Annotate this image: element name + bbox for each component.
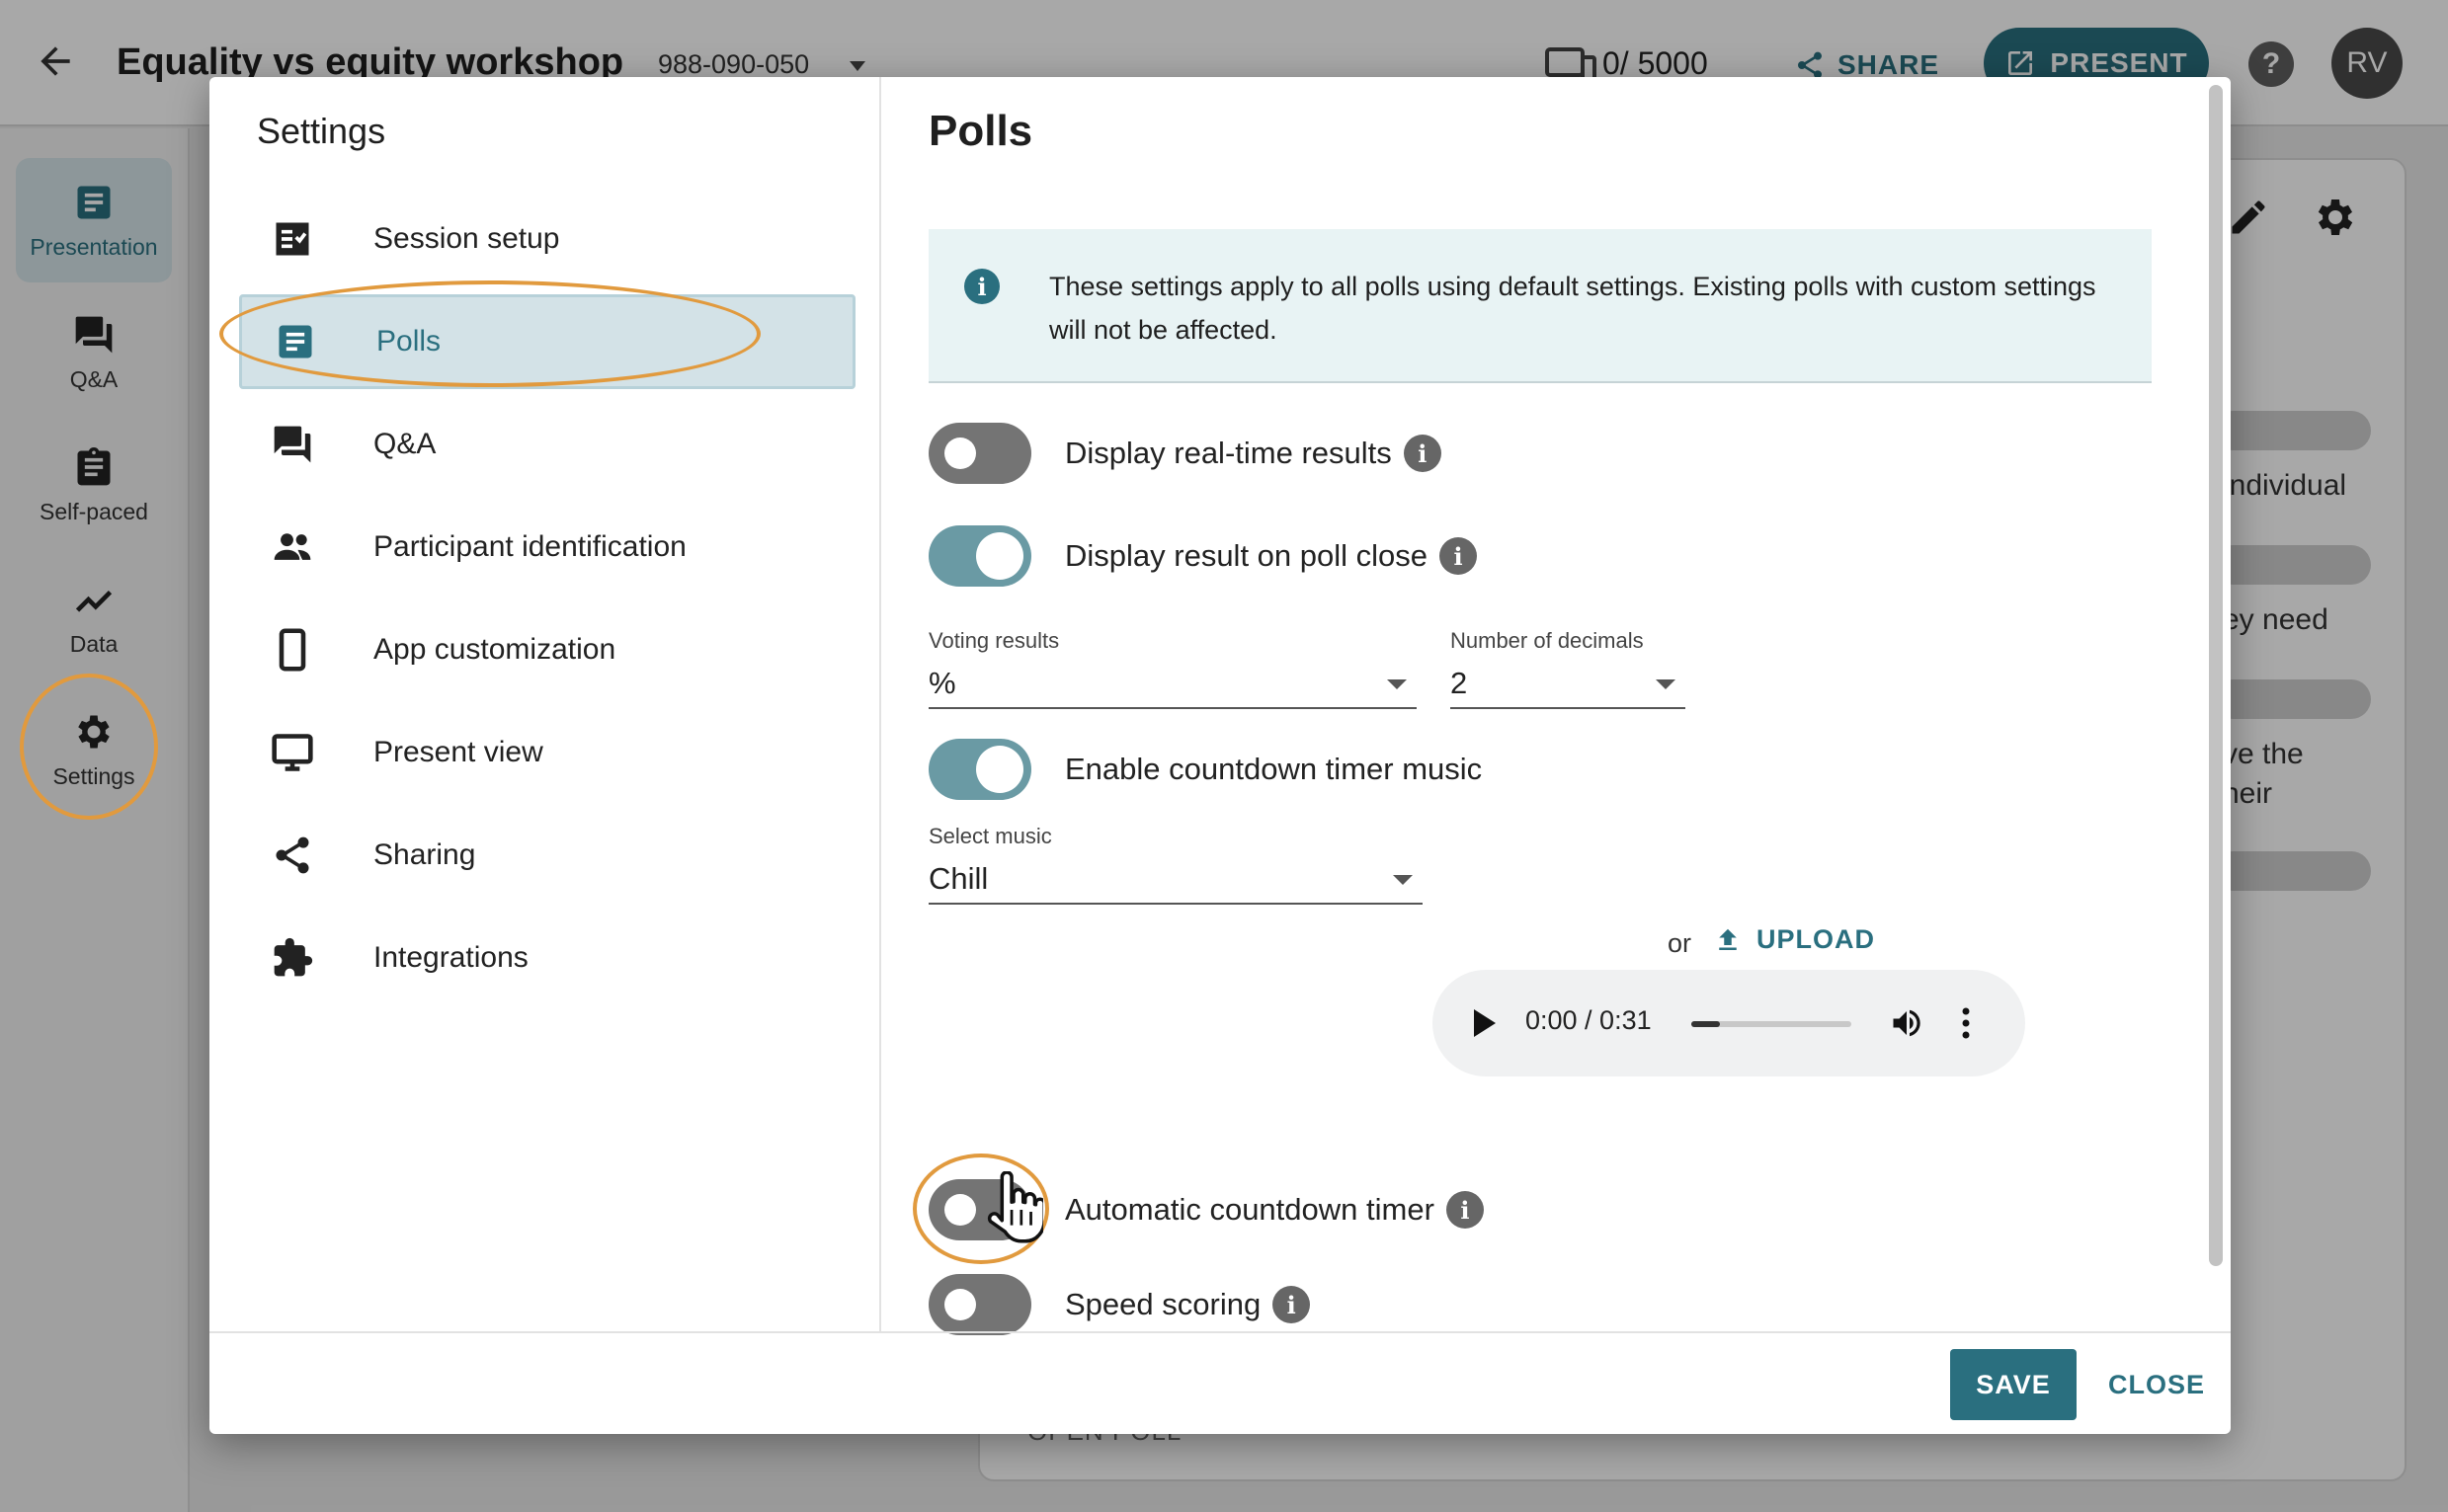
voting-results-label: Voting results [929, 628, 1060, 653]
upload-button[interactable]: UPLOAD [1713, 924, 1875, 955]
countdown-music-toggle[interactable] [929, 739, 1031, 800]
toggle-label-text: Enable countdown timer music [1065, 752, 1483, 786]
checklist-icon [276, 222, 309, 256]
more-vert-icon[interactable] [1960, 1005, 1972, 1041]
toggle-knob [944, 438, 976, 469]
qa-icon [274, 426, 311, 463]
decimals-label: Number of decimals [1450, 628, 1644, 653]
nav-item-present-view[interactable]: Present view [239, 705, 856, 800]
voting-results-select[interactable]: % [929, 660, 1417, 709]
panel-title: Polls [929, 107, 1033, 155]
audio-player: 0:00 / 0:31 [1432, 970, 2025, 1076]
polls-settings-panel: Polls i These settings apply to all poll… [883, 77, 2197, 1335]
phone-icon [279, 628, 306, 672]
info-text: These settings apply to all polls using … [1049, 272, 2096, 345]
audio-progress [1691, 1021, 1721, 1027]
nav-item-sharing[interactable]: Sharing [239, 808, 856, 903]
info-icon: i [964, 269, 1000, 304]
music-select[interactable]: Chill [929, 855, 1423, 905]
monitor-icon [272, 734, 313, 771]
decimals-select[interactable]: 2 [1450, 660, 1685, 709]
caret-down-icon [1387, 679, 1407, 689]
nav-label: Q&A [373, 428, 437, 460]
settings-dialog: Settings Session setup Polls Q&A Partici… [209, 77, 2231, 1434]
scrollbar[interactable] [2209, 85, 2223, 1266]
audio-seek-bar[interactable] [1691, 1021, 1851, 1027]
upload-label: UPLOAD [1756, 924, 1875, 954]
realtime-results-label: Display real-time results i [1065, 423, 1441, 484]
toggle-label-text: Automatic countdown timer [1065, 1192, 1434, 1227]
auto-countdown-label: Automatic countdown timer i [1065, 1179, 1484, 1240]
nav-label: App customization [373, 633, 616, 666]
realtime-results-toggle[interactable] [929, 423, 1031, 484]
close-button[interactable]: CLOSE [2102, 1349, 2211, 1420]
info-banner: i These settings apply to all polls usin… [929, 229, 2152, 383]
speed-scoring-toggle[interactable] [929, 1274, 1031, 1335]
speed-scoring-label: Speed scoring i [1065, 1274, 1311, 1335]
nav-item-integrations[interactable]: Integrations [239, 911, 856, 1005]
select-value: % [929, 666, 956, 700]
result-on-close-label: Display result on poll close i [1065, 525, 1478, 587]
dialog-title: Settings [257, 111, 386, 151]
countdown-music-label: Enable countdown timer music [1065, 739, 1482, 800]
volume-icon[interactable] [1889, 1005, 1924, 1041]
puzzle-icon [274, 937, 313, 977]
nav-item-participant-identification[interactable]: Participant identification [239, 500, 856, 595]
info-icon[interactable]: i [1445, 1191, 1484, 1229]
info-icon[interactable]: i [1403, 435, 1441, 472]
toggle-knob [976, 746, 1023, 793]
poll-icon [279, 325, 312, 358]
save-button[interactable]: SAVE [1950, 1349, 2077, 1420]
upload-icon [1719, 928, 1737, 950]
nav-item-polls[interactable]: Polls [239, 294, 856, 389]
caret-down-icon [1393, 875, 1413, 885]
toggle-knob [976, 532, 1023, 580]
caret-down-icon [1656, 679, 1675, 689]
toggle-label-text: Speed scoring [1065, 1287, 1262, 1321]
settings-nav: Settings Session setup Polls Q&A Partici… [209, 77, 881, 1331]
select-music-label: Select music [929, 824, 1052, 848]
result-on-close-toggle[interactable] [929, 525, 1031, 587]
nav-label: Session setup [373, 222, 560, 255]
audio-time: 0:00 / 0:31 [1525, 1005, 1652, 1035]
footer-divider [209, 1331, 2231, 1333]
toggle-label-text: Display result on poll close [1065, 538, 1428, 573]
toggle-knob [944, 1289, 976, 1320]
info-icon[interactable]: i [1439, 537, 1478, 575]
nav-label: Participant identification [373, 530, 687, 563]
nav-item-qa[interactable]: Q&A [239, 397, 856, 492]
share-icon [276, 836, 309, 874]
nav-label: Present view [373, 736, 543, 768]
select-value: 2 [1450, 666, 1468, 700]
toggle-knob [944, 1194, 976, 1226]
hand-cursor-icon [987, 1171, 1043, 1243]
people-icon [274, 533, 311, 560]
play-icon[interactable] [1472, 1007, 1498, 1039]
select-value: Chill [929, 861, 989, 896]
toggle-label-text: Display real-time results [1065, 436, 1392, 470]
nav-label: Sharing [373, 838, 476, 871]
nav-label: Polls [376, 325, 442, 358]
nav-item-app-customization[interactable]: App customization [239, 602, 856, 697]
or-text: or [1668, 928, 1692, 958]
nav-label: Integrations [373, 941, 529, 974]
nav-item-session-setup[interactable]: Session setup [239, 192, 856, 286]
info-icon[interactable]: i [1272, 1286, 1311, 1323]
